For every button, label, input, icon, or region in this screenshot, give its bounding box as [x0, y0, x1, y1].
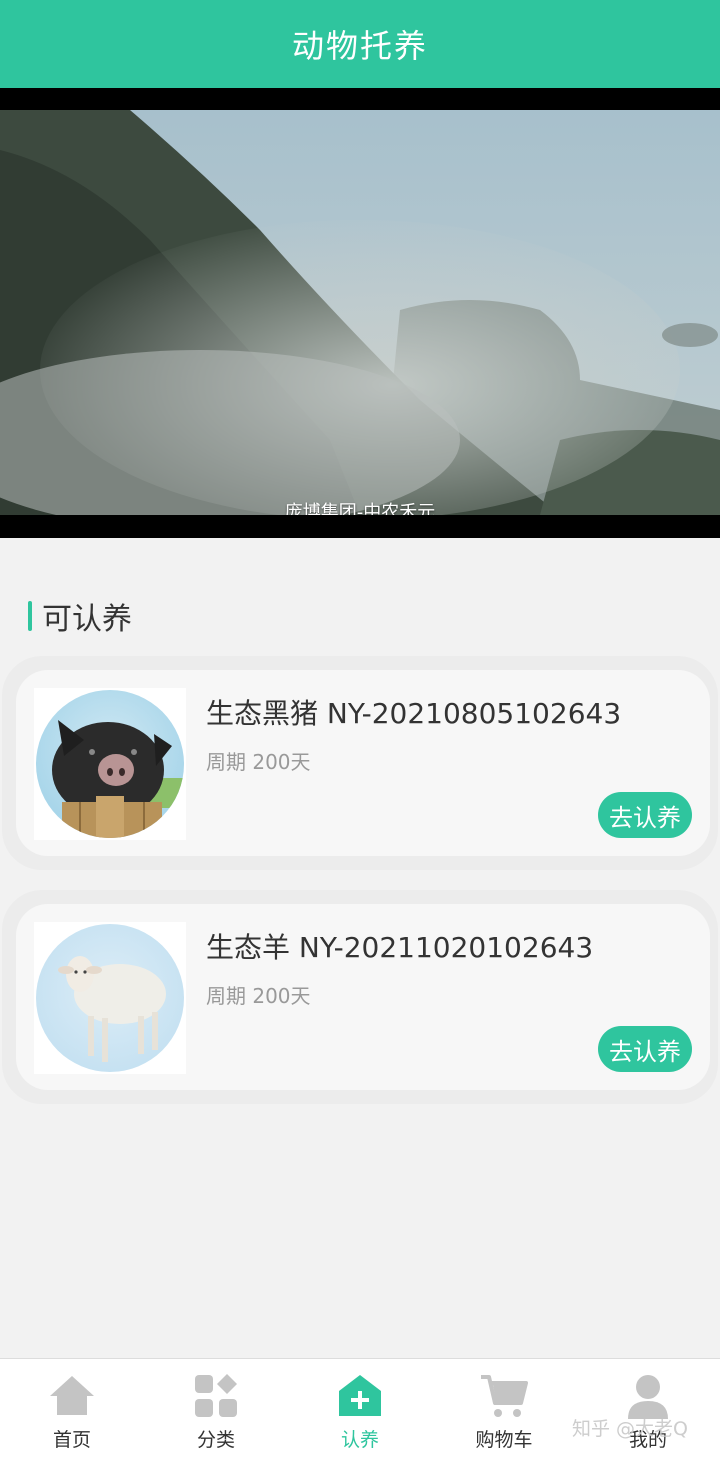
home-icon [50, 1376, 94, 1415]
list-item-shell: 生态黑猪 NY-20210805102643 周期 200天 去认养 [2, 656, 718, 870]
adopt-icon [339, 1375, 381, 1416]
list-item-shell: 生态羊 NY-20211020102643 周期 200天 去认养 [2, 890, 718, 1104]
tab-cart[interactable]: 购物车 [432, 1359, 576, 1460]
tab-label: 首页 [52, 1429, 91, 1451]
tab-label: 购物车 [475, 1429, 533, 1451]
tab-profile[interactable]: 我的 [576, 1359, 720, 1460]
category-icon [195, 1374, 237, 1417]
watermark: 知乎 @大老Q [572, 1418, 688, 1440]
item-name: 生态羊 NY-20211020102643 [206, 931, 594, 964]
tab-category[interactable]: 分类 [144, 1359, 288, 1460]
page-title: 动物托养 [291, 27, 428, 65]
list-item[interactable]: 生态羊 NY-20211020102643 周期 200天 去认养 [16, 904, 710, 1090]
tab-label: 分类 [196, 1429, 235, 1451]
sheep-image [34, 922, 186, 1074]
item-period: 周期 200天 [206, 984, 311, 1008]
section-title: 可认养 [42, 602, 132, 637]
black-pig-image [34, 688, 186, 840]
adopt-button[interactable]: 去认养 [598, 1026, 692, 1072]
app-header: 动物托养 [0, 0, 720, 88]
video-caption: 庞博集团-中农禾元 [284, 502, 436, 515]
list-item[interactable]: 生态黑猪 NY-20210805102643 周期 200天 去认养 [16, 670, 710, 856]
misty-mountain-image [0, 110, 720, 515]
adopt-button[interactable]: 去认养 [598, 792, 692, 838]
tab-adopt[interactable]: 认养 [288, 1359, 432, 1460]
item-period: 周期 200天 [206, 750, 311, 774]
cart-icon [481, 1375, 528, 1417]
tab-label: 认养 [340, 1429, 379, 1451]
section-accent-bar [28, 601, 32, 631]
bottom-tab-bar: 首页 分类 认养 购物车 我的 [0, 1358, 720, 1460]
video-frame[interactable]: 庞博集团-中农禾元 [0, 110, 720, 515]
tab-home[interactable]: 首页 [0, 1359, 144, 1460]
video-player[interactable]: 庞博集团-中农禾元 [0, 88, 720, 538]
section-header: 可认养 [28, 598, 132, 637]
item-name: 生态黑猪 NY-20210805102643 [206, 697, 622, 730]
